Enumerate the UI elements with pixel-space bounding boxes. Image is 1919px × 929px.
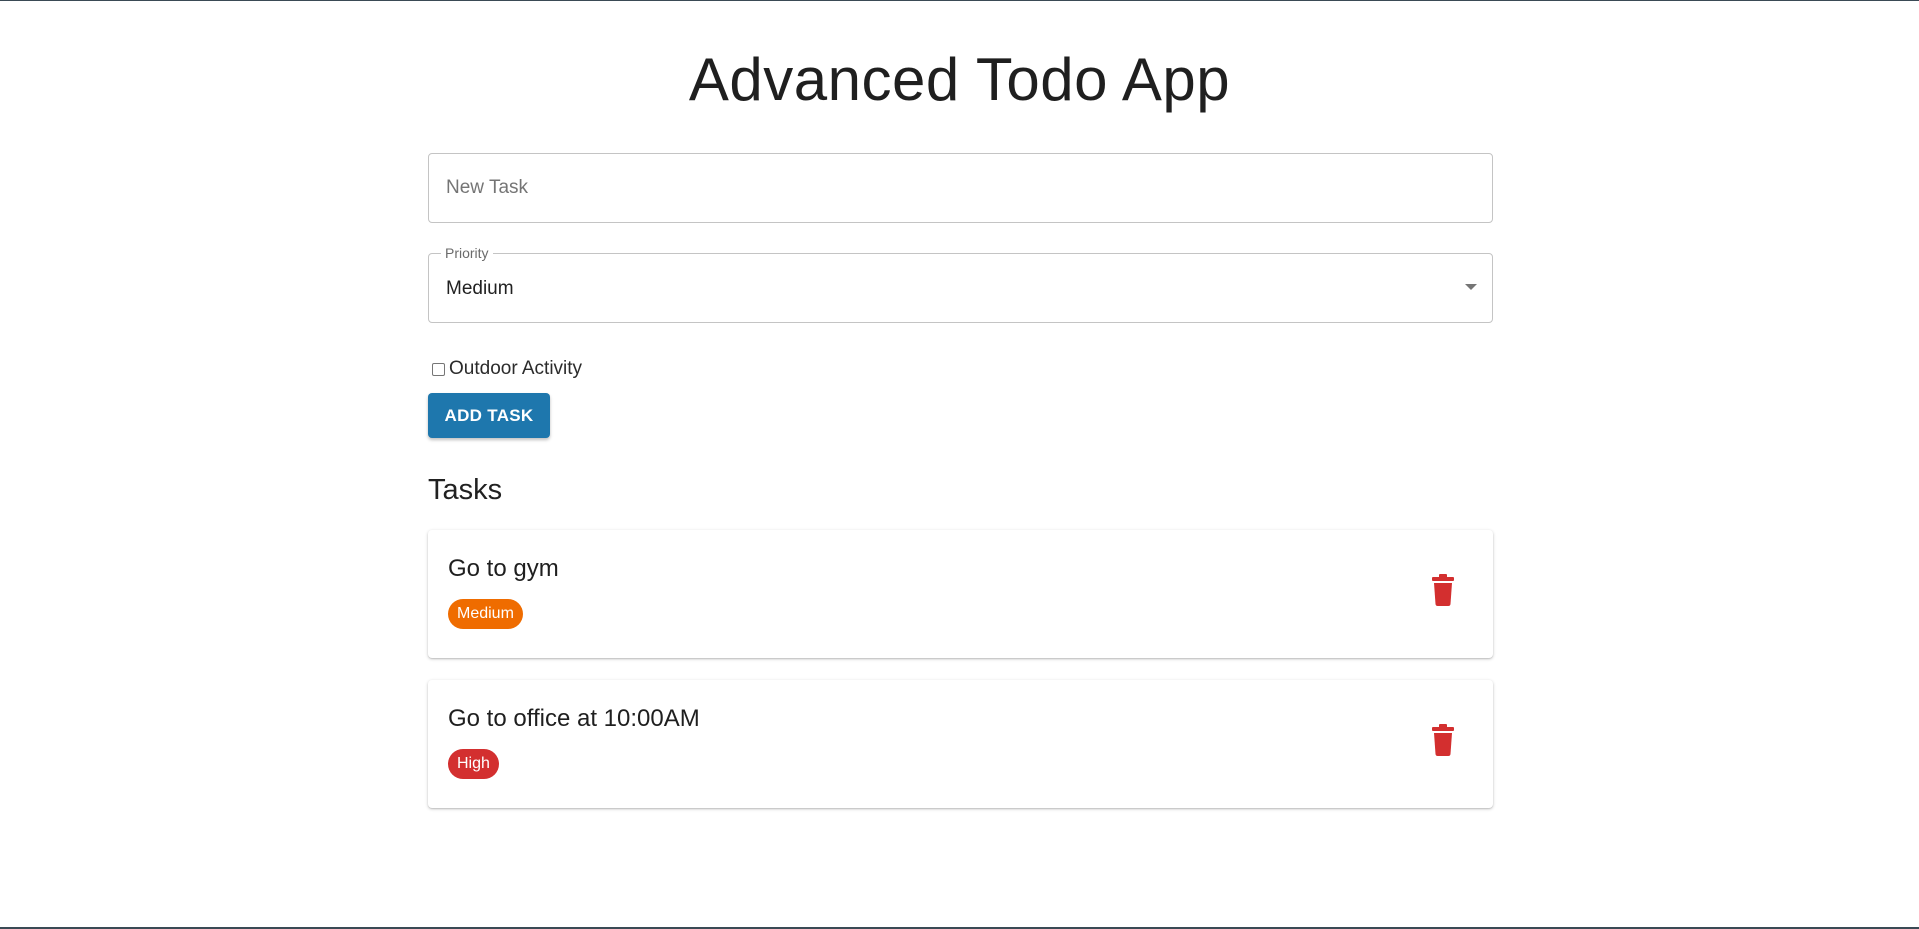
priority-selected-value: Medium xyxy=(446,278,514,299)
outdoor-activity-label[interactable]: Outdoor Activity xyxy=(449,357,582,381)
priority-label: Priority xyxy=(441,244,493,262)
task-title: Go to office at 10:00AM xyxy=(448,705,700,732)
tasks-heading: Tasks xyxy=(428,474,503,506)
trash-icon xyxy=(1432,724,1454,756)
task-title: Go to gym xyxy=(448,555,559,582)
priority-select[interactable]: Priority Medium xyxy=(428,244,1493,323)
task-card: Go to gym Medium xyxy=(428,530,1493,658)
new-task-input[interactable] xyxy=(429,154,1492,222)
task-card: Go to office at 10:00AM High xyxy=(428,680,1493,808)
add-task-button[interactable]: ADD TASK xyxy=(428,393,550,438)
page-title: Advanced Todo App xyxy=(688,46,1231,113)
outdoor-activity-option: Outdoor Activity xyxy=(432,357,582,381)
priority-chip: Medium xyxy=(448,599,523,629)
outdoor-activity-checkbox[interactable] xyxy=(432,362,445,376)
app-page: Advanced Todo App Priority Medium Outdoo… xyxy=(0,0,1919,929)
delete-task-button[interactable] xyxy=(1431,724,1455,756)
trash-icon xyxy=(1432,574,1454,606)
dropdown-arrow-icon xyxy=(1465,284,1477,290)
delete-task-button[interactable] xyxy=(1431,574,1455,606)
new-task-field xyxy=(428,153,1493,223)
priority-chip: High xyxy=(448,749,499,779)
